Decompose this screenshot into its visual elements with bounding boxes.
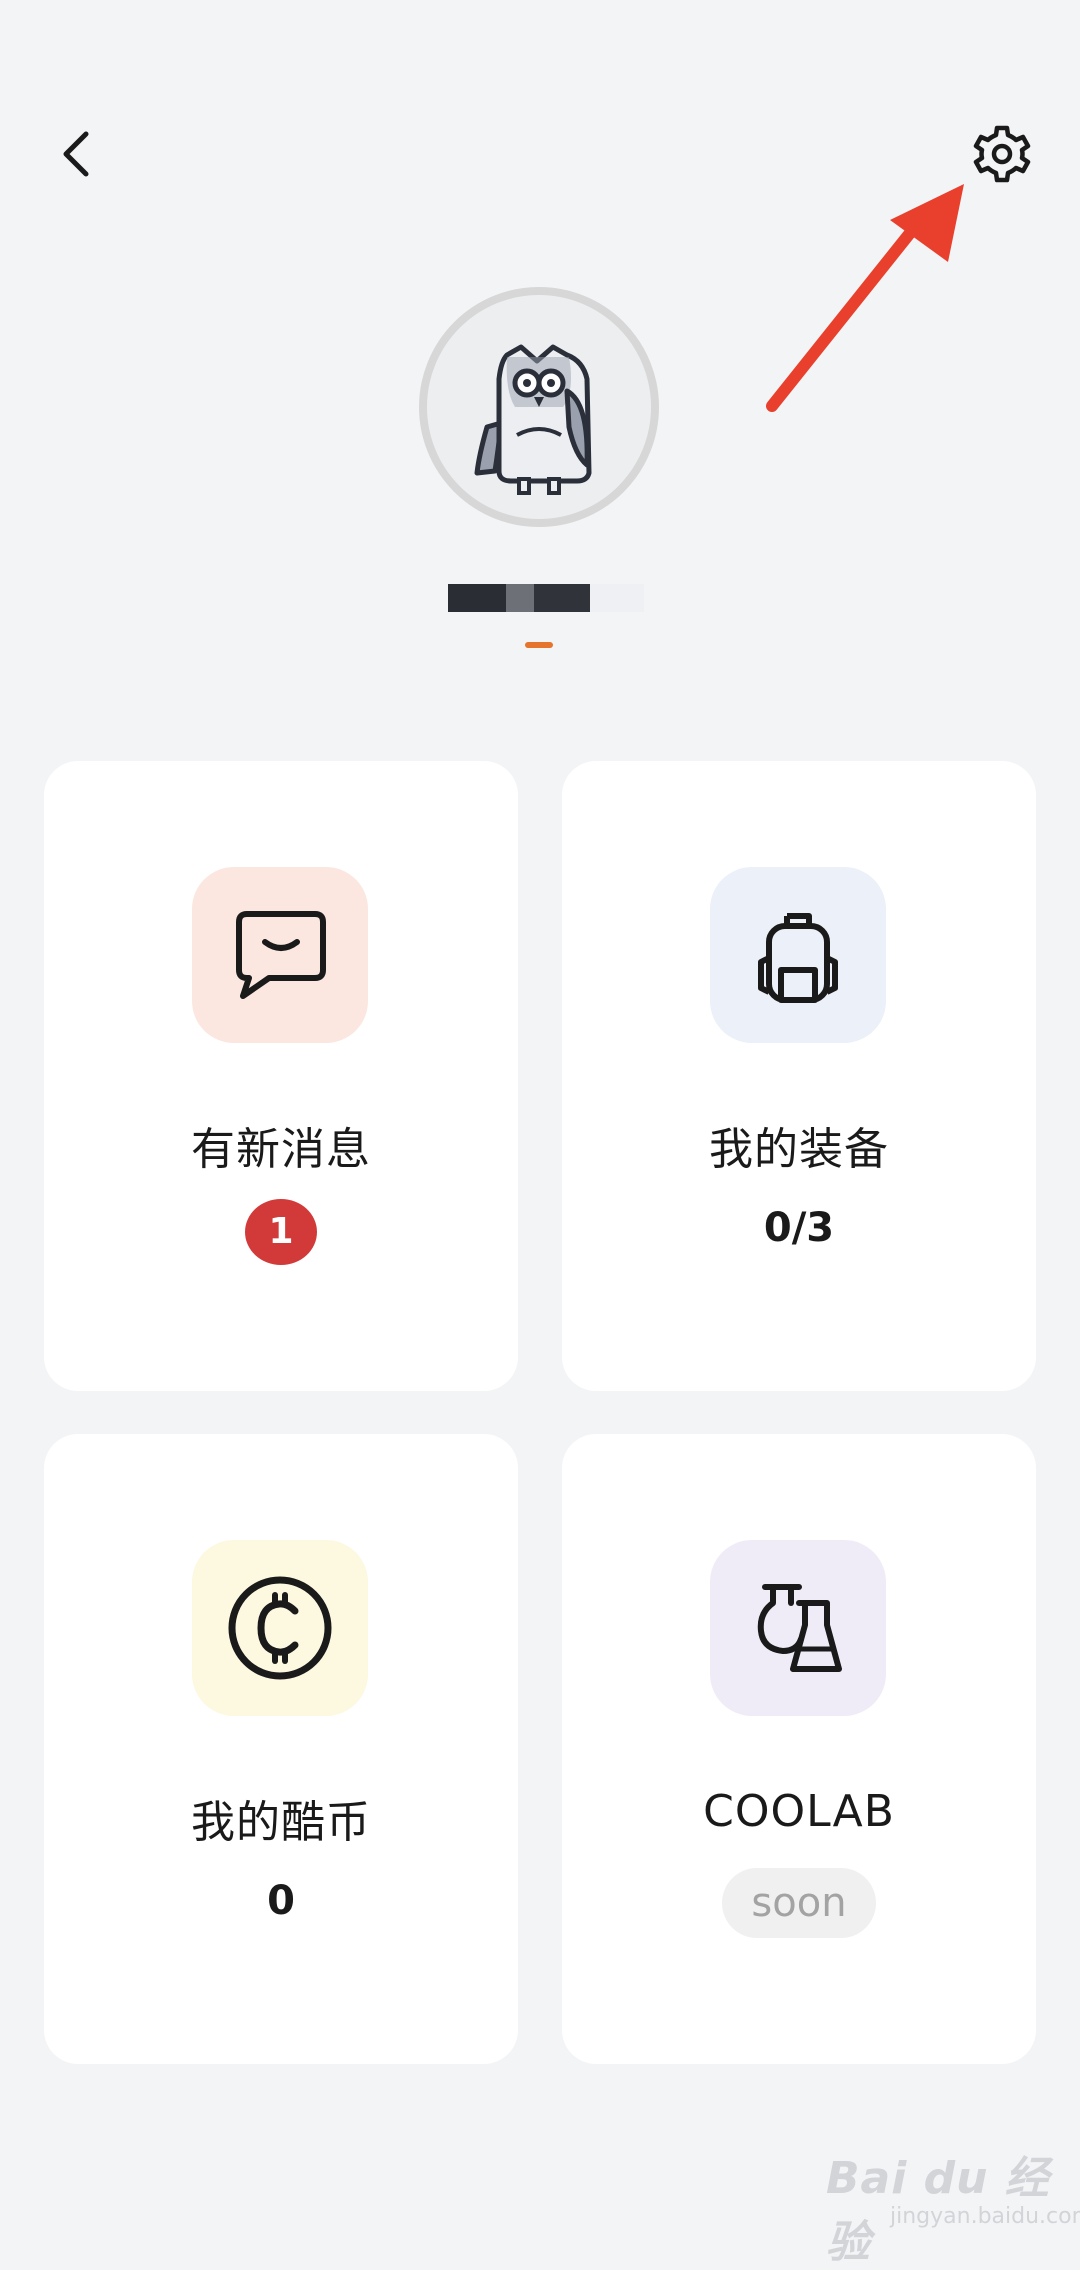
messages-title: 有新消息 bbox=[191, 1124, 371, 1175]
equipment-icon-box bbox=[710, 867, 886, 1043]
owl-avatar-icon bbox=[474, 344, 592, 495]
watermark-url: jingyan.baidu.com bbox=[890, 2204, 1080, 2229]
backpack-icon bbox=[758, 913, 838, 1003]
username bbox=[448, 584, 644, 612]
annotation-arrow bbox=[766, 184, 964, 412]
equipment-count: 0/3 bbox=[763, 1205, 835, 1251]
avatar[interactable] bbox=[419, 287, 659, 527]
chevron-left-icon bbox=[63, 131, 89, 177]
equipment-title: 我的装备 bbox=[709, 1124, 889, 1175]
chat-bubble-icon bbox=[236, 911, 326, 999]
equipment-card[interactable]: 我的装备 0/3 bbox=[562, 761, 1036, 1391]
back-button[interactable] bbox=[52, 118, 132, 198]
tab-indicator bbox=[525, 642, 553, 648]
messages-card[interactable]: 有新消息 1 bbox=[44, 761, 518, 1391]
coolab-icon-box bbox=[710, 1540, 886, 1716]
coins-icon-box bbox=[192, 1540, 368, 1716]
coolab-card[interactable]: COOLAB soon bbox=[562, 1434, 1036, 2064]
flask-icon bbox=[757, 1584, 842, 1672]
unread-badge: 1 bbox=[245, 1199, 317, 1265]
coin-icon bbox=[228, 1576, 332, 1680]
coins-count: 0 bbox=[267, 1878, 295, 1924]
coins-title: 我的酷币 bbox=[191, 1797, 371, 1848]
soon-badge: soon bbox=[722, 1868, 876, 1938]
coolab-title: COOLAB bbox=[703, 1786, 895, 1837]
coins-card[interactable]: 我的酷币 0 bbox=[44, 1434, 518, 2064]
messages-icon-box bbox=[192, 867, 368, 1043]
